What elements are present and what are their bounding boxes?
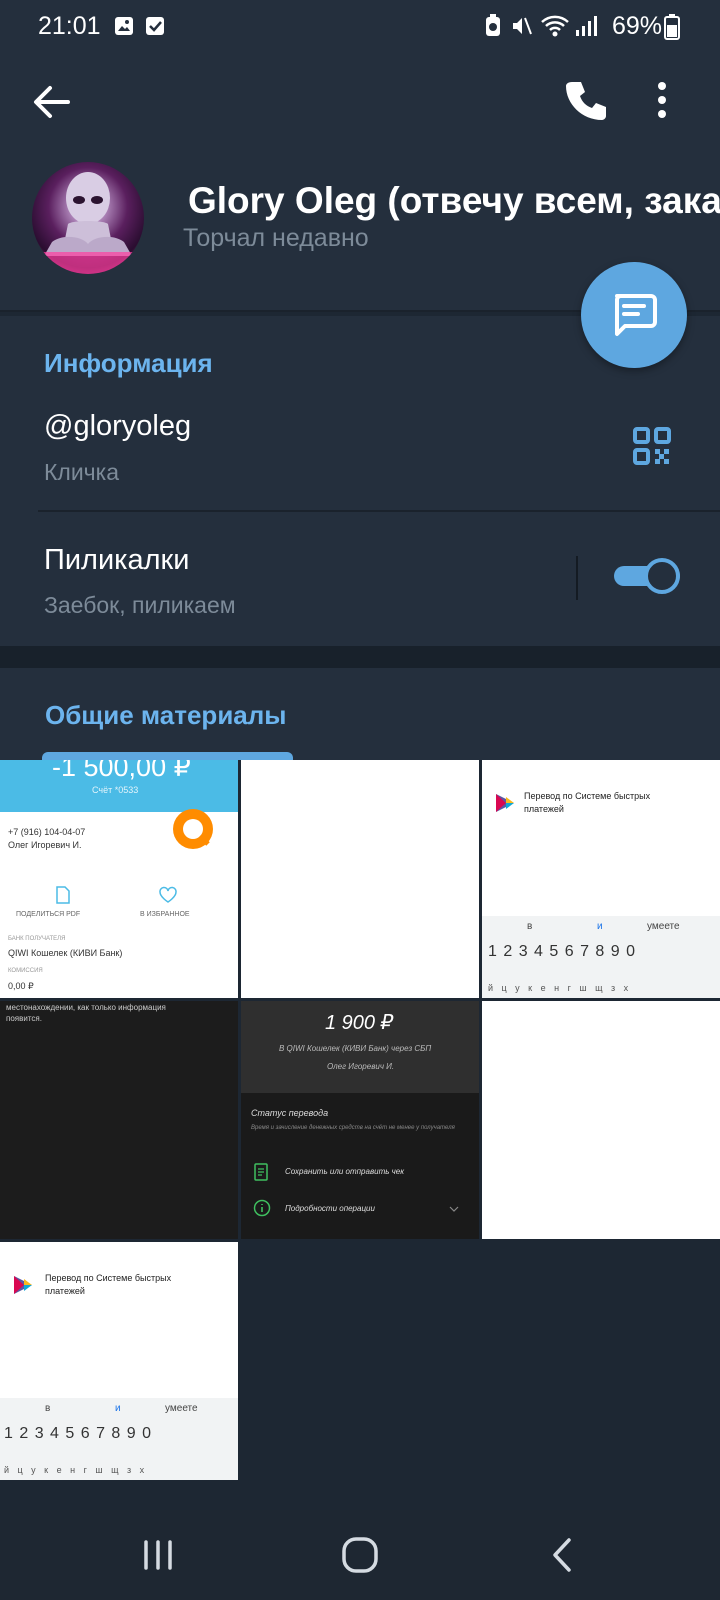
suggestion-2: и — [597, 921, 603, 932]
sbp-logo-icon — [496, 794, 514, 812]
keyboard-letters: й ц у к е н г ш щ з х — [4, 1465, 148, 1475]
qiwi-bank-label: БАНК ПОЛУЧАТЕЛЯ — [8, 936, 66, 942]
notifications-toggle[interactable] — [614, 558, 680, 594]
keyboard-preview: в и умеете 1 2 3 4 5 6 7 8 9 0 й ц у к е… — [482, 916, 720, 998]
signal-icon — [576, 16, 597, 36]
battery-icon — [664, 14, 680, 40]
qr-code-icon[interactable] — [632, 426, 672, 466]
suggestion-3: умеете — [165, 1403, 198, 1414]
info-section-title: Информация — [44, 348, 213, 378]
chevron-down-icon — [449, 1206, 459, 1212]
section-gap — [0, 646, 720, 668]
tab-indicator — [42, 752, 293, 760]
profile-screen: 21:01 69% Glory Oleg (отвечу всем, зака … — [0, 0, 720, 1600]
receipt-icon — [254, 1163, 268, 1181]
mute-icon — [513, 17, 532, 35]
sbp-title-line1: Перевод по Системе быстрых — [524, 791, 651, 801]
sbp-title-line1: Перевод по Системе быстрых — [45, 1273, 172, 1283]
qiwi-favorite-label: В ИЗБРАННОЕ — [140, 911, 190, 918]
message-icon — [615, 294, 657, 336]
media-thumb[interactable]: -1 500,00 ₽ Счёт *0533 +7 (916) 104-04-0… — [0, 760, 238, 998]
tab-shared-media[interactable]: Общие материалы — [45, 700, 286, 731]
username-label: Кличка — [44, 459, 120, 485]
transfer-line2: Олег Игоревич И. — [327, 1062, 395, 1071]
dark-text-line2: появится. — [6, 1014, 42, 1023]
shared-media-header: Общие материалы — [0, 668, 720, 760]
qiwi-fee-label: КОМИССИЯ — [8, 968, 43, 974]
keyboard-letters: й ц у к е н г ш щ з х — [488, 983, 632, 993]
username-value[interactable]: @gloryoleg — [44, 410, 191, 443]
dark-text-line1: местонахождении, как только информация — [6, 1003, 166, 1012]
wifi-icon — [541, 15, 569, 37]
sbp-title-line2: платежей — [45, 1286, 85, 1296]
keyboard-digits: 1 2 3 4 5 6 7 8 9 0 — [488, 943, 636, 960]
toggle-knob — [644, 558, 680, 594]
qiwi-phone: +7 (916) 104-04-07 — [8, 827, 86, 837]
transfer-status-desc: Время и зачисление денежных средств на с… — [251, 1125, 455, 1131]
info-section: Информация @gloryoleg Кличка Пиликалки З… — [0, 316, 720, 646]
keyboard-digits: 1 2 3 4 5 6 7 8 9 0 — [4, 1425, 152, 1442]
transfer-header: 1 900 ₽ В QIWI Кошелек (КИВИ Банк) через… — [241, 1001, 479, 1093]
status-bar: 21:01 69% — [0, 0, 720, 52]
suggestion-1: в — [45, 1403, 51, 1414]
send-message-button[interactable] — [581, 262, 687, 368]
media-thumb[interactable]: местонахождении, как только информация п… — [0, 1001, 238, 1239]
home-icon[interactable] — [332, 1530, 388, 1580]
transfer-status-title: Статус перевода — [251, 1108, 329, 1118]
status-time: 21:01 — [38, 12, 101, 40]
heart-icon — [159, 886, 177, 903]
task-notification-icon — [146, 17, 164, 35]
media-thumb[interactable] — [241, 760, 479, 998]
qiwi-fee: 0,00 ₽ — [8, 981, 34, 991]
notifications-subtitle: Заебок, пиликаем — [44, 592, 236, 618]
transfer-line1: В QIWI Кошелек (КИВИ Банк) через СБП — [279, 1044, 432, 1053]
media-thumb[interactable] — [482, 1001, 720, 1239]
battery-saver-icon — [486, 14, 500, 36]
qiwi-amount: -1 500,00 ₽ — [52, 760, 191, 782]
keyboard-preview: в и умеете 1 2 3 4 5 6 7 8 9 0 й ц у к е… — [0, 1398, 238, 1480]
profile-status: Торчал недавно — [183, 224, 369, 252]
nav-back-icon[interactable] — [535, 1530, 591, 1580]
media-grid: -1 500,00 ₽ Счёт *0533 +7 (916) 104-04-0… — [0, 760, 720, 1480]
alien-avatar-image — [32, 172, 144, 274]
phone-icon[interactable] — [562, 76, 610, 124]
media-thumb[interactable]: 1 900 ₽ В QIWI Кошелек (КИВИ Банк) через… — [241, 1001, 479, 1239]
media-thumb[interactable]: Перевод по Системе быстрых платежей в и … — [0, 1242, 238, 1480]
transfer-details: Подробности операции — [285, 1204, 375, 1213]
transfer-amount: 1 900 ₽ — [325, 1012, 394, 1034]
qiwi-bank: QIWI Кошелек (КИВИ Банк) — [8, 948, 123, 958]
profile-name: Glory Oleg (отвечу всем, зака — [188, 180, 720, 221]
transfer-receipt: Сохранить или отправить чек — [285, 1167, 405, 1176]
qiwi-account: Счёт *0533 — [92, 785, 139, 795]
system-navigation-bar — [0, 1510, 720, 1600]
media-thumb[interactable]: Перевод по Системе быстрых платежей в и … — [482, 760, 720, 998]
pdf-icon — [56, 886, 70, 904]
gallery-notification-icon — [115, 17, 133, 35]
qiwi-share-label: ПОДЕЛИТЬСЯ PDF — [16, 911, 81, 918]
toggle-separator — [576, 556, 578, 600]
notifications-title[interactable]: Пиликалки — [44, 544, 189, 577]
sbp-title-line2: платежей — [524, 804, 564, 814]
back-arrow-icon[interactable] — [28, 80, 76, 124]
battery-percent: 69% — [612, 12, 663, 40]
qiwi-person: Олег Игоревич И. — [8, 840, 82, 850]
suggestion-2: и — [115, 1403, 121, 1414]
suggestion-3: умеете — [647, 921, 680, 932]
more-vertical-icon[interactable] — [652, 76, 700, 124]
info-divider — [38, 510, 720, 512]
info-icon — [253, 1199, 271, 1217]
qiwi-header: -1 500,00 ₽ Счёт *0533 — [0, 760, 238, 812]
suggestion-1: в — [527, 921, 533, 932]
recents-icon[interactable] — [130, 1530, 186, 1580]
sbp-logo-icon — [14, 1276, 32, 1294]
avatar[interactable] — [32, 162, 144, 274]
qiwi-logo-icon — [173, 809, 213, 849]
